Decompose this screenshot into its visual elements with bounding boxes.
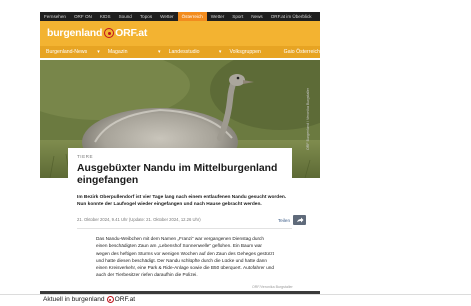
footer-domain: ORF.at — [114, 296, 136, 303]
brand-domain: ORF.at — [115, 27, 148, 39]
section-link-burgenland-news[interactable]: Burgenland-News — [40, 46, 87, 58]
nav-link-wetter-2[interactable]: Wetter — [207, 12, 228, 21]
orf-eye-icon — [104, 28, 115, 38]
nav-link-sport[interactable]: Sport — [228, 12, 247, 21]
site-logo[interactable]: burgenland ORF.at — [47, 26, 147, 40]
article-rubric: TIERE — [77, 154, 94, 159]
article-lead: Im Bezirk Oberpullendorf ist vier Tage l… — [77, 195, 287, 208]
section-nav: Burgenland-News ▾ Magazin ▾ Landesstudio… — [40, 46, 320, 58]
brand-name: burgenland — [47, 27, 103, 39]
section-link-gaio-oesterreich[interactable]: Gaio Österreich — [270, 46, 320, 58]
chevron-down-icon[interactable]: ▾ — [209, 46, 224, 58]
nav-link-overview[interactable]: ORF.at im Überblick — [267, 12, 316, 21]
hero-side-credit: ORF Burgenland / Veronika Burgstaller — [306, 87, 310, 150]
footer-label[interactable]: Aktuell in burgenland ORF.at — [43, 296, 135, 303]
nav-link-news[interactable]: News — [247, 12, 267, 21]
nav-link-orf-on[interactable]: ORF ON — [70, 12, 96, 21]
article-headline: Ausgebüxter Nandu im Mittelburgenland ei… — [77, 163, 278, 186]
nav-link-wetter[interactable]: Wetter — [156, 12, 177, 21]
footer-text: Aktuell in burgenland — [43, 296, 105, 303]
share-label[interactable]: Teilen — [278, 218, 290, 223]
nav-link-oesterreich[interactable]: Österreich — [177, 12, 207, 21]
section-link-volksgruppen[interactable]: Volksgruppen — [223, 46, 269, 58]
section-link-magazin[interactable]: Magazin — [102, 46, 148, 58]
orf-eye-icon — [106, 296, 114, 303]
nav-link-sound[interactable]: Sound — [115, 12, 136, 21]
share-icon[interactable] — [293, 215, 307, 225]
chevron-down-icon[interactable]: ▾ — [87, 46, 102, 58]
article-timestamp: 21. Oktober 2024, 9.41 Uhr (Update: 21. … — [77, 217, 201, 222]
nav-link-fernsehen[interactable]: Fernsehen — [40, 12, 70, 21]
article-body: Das Nandu-Weibchen mit dem Namen „Franzi… — [96, 236, 274, 278]
section-link-landesstudio[interactable]: Landesstudio — [163, 46, 209, 58]
article-divider — [77, 228, 292, 229]
photo-credit: ORF/Veronika Burgstaller — [252, 285, 293, 289]
top-service-nav: Fernsehen ORF ON KIDS Sound Topos Wetter… — [40, 12, 320, 21]
nav-link-topos[interactable]: Topos — [136, 12, 156, 21]
nav-link-kids[interactable]: KIDS — [96, 12, 115, 21]
chevron-down-icon[interactable]: ▾ — [148, 46, 163, 58]
share-control[interactable]: Teilen — [278, 215, 307, 225]
